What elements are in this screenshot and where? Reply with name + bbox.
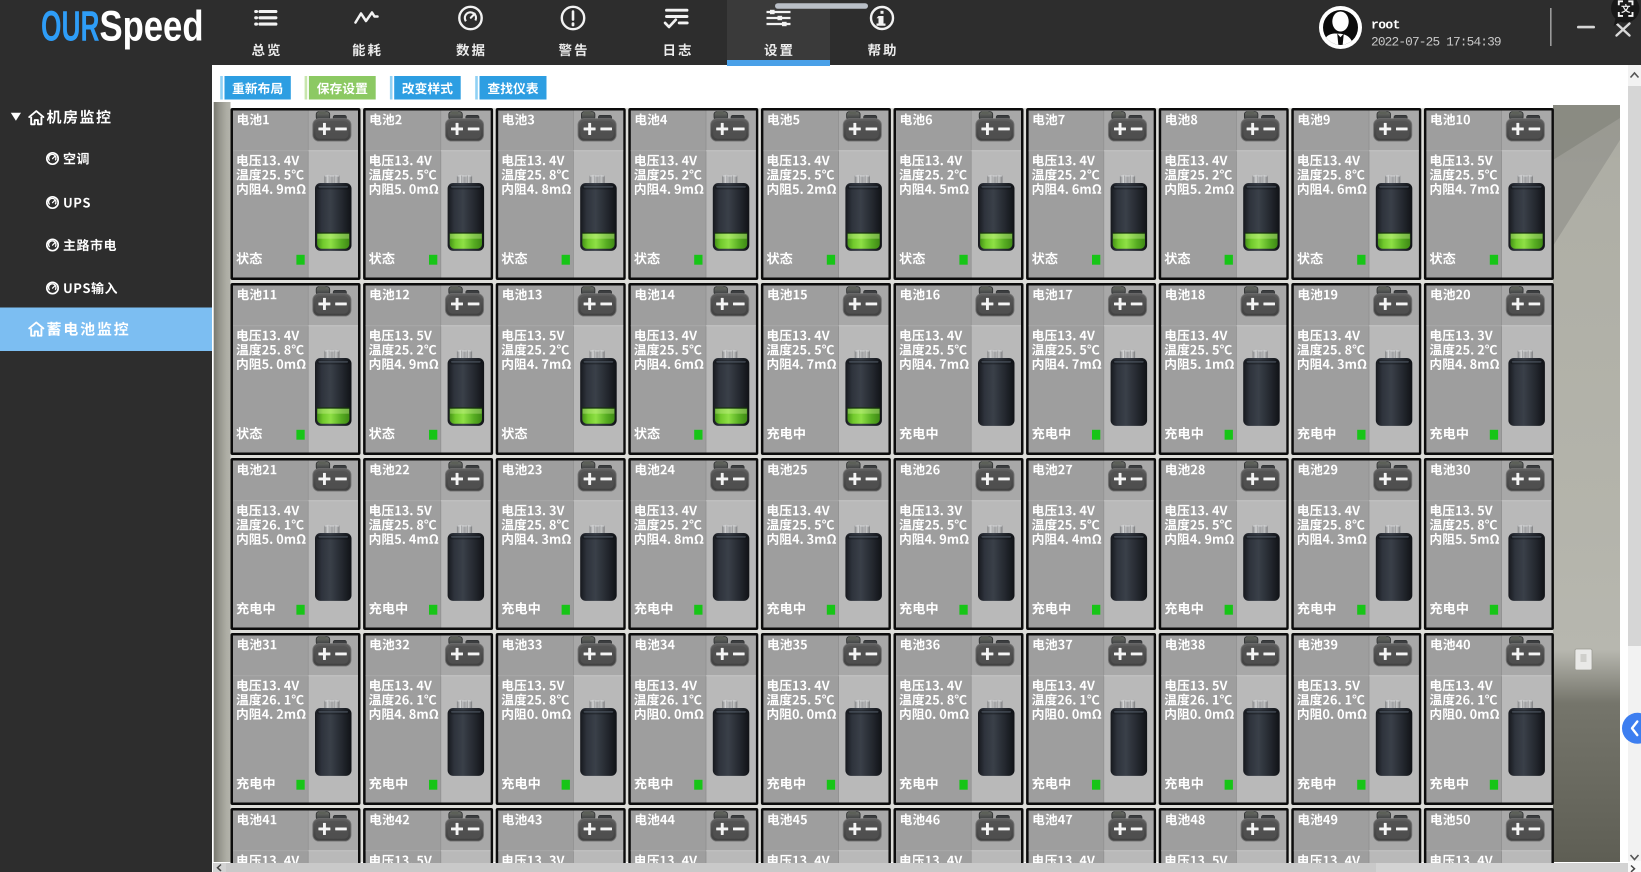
svg-text:OUR: OUR bbox=[41, 4, 100, 51]
svg-text:root: root bbox=[1371, 18, 1400, 33]
svg-text:Speed: Speed bbox=[100, 4, 204, 51]
svg-text:2022-07-25 17:54:39: 2022-07-25 17:54:39 bbox=[1371, 35, 1501, 50]
